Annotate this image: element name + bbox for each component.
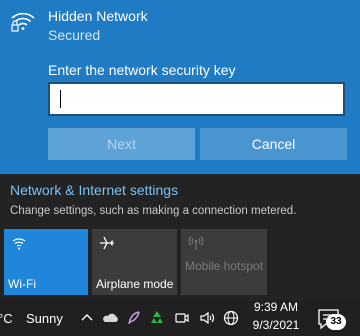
feather-icon[interactable] — [125, 309, 143, 327]
hotspot-icon — [188, 236, 204, 250]
clock-time[interactable]: 9:39 AM — [247, 300, 305, 314]
airplane-icon — [100, 236, 114, 250]
meet-now-icon[interactable] — [173, 309, 191, 327]
onedrive-icon[interactable] — [102, 309, 120, 327]
network-flyout: Hidden Network Secured Enter the network… — [0, 0, 360, 300]
recycle-icon[interactable] — [148, 309, 166, 327]
taskbar: °C Sunny 9:39 AM 9/3/2021 33 — [0, 300, 360, 336]
notification-count-badge: 33 — [326, 314, 346, 330]
chevron-up-icon[interactable] — [78, 309, 96, 327]
wifi-secured-icon — [11, 12, 35, 32]
next-button[interactable]: Next — [48, 128, 195, 160]
wifi-toggle-tile[interactable]: Wi-Fi — [4, 229, 88, 295]
security-key-label: Enter the network security key — [48, 62, 236, 78]
clock-date[interactable]: 9/3/2021 — [247, 318, 305, 332]
text-caret — [60, 90, 61, 108]
security-key-input[interactable] — [48, 82, 345, 116]
weather-condition[interactable]: Sunny — [26, 311, 63, 326]
settings-description: Change settings, such as making a connec… — [10, 205, 297, 217]
network-settings-link[interactable]: Network & Internet settings — [10, 182, 178, 198]
airplane-mode-tile[interactable]: Airplane mode — [92, 229, 177, 295]
weather-temperature[interactable]: °C — [0, 311, 13, 326]
network-status: Secured — [48, 27, 101, 43]
wifi-icon — [12, 238, 26, 250]
settings-section: Network & Internet settings Change setti… — [0, 174, 360, 300]
network-connect-panel: Hidden Network Secured Enter the network… — [0, 0, 360, 174]
volume-icon[interactable] — [198, 309, 216, 327]
globe-icon[interactable] — [222, 309, 240, 327]
network-name: Hidden Network — [48, 8, 148, 24]
wifi-tile-label: Wi-Fi — [8, 277, 36, 291]
cancel-button[interactable]: Cancel — [200, 128, 347, 160]
airplane-tile-label: Airplane mode — [96, 277, 174, 291]
hotspot-tile-label: Mobile hotspot — [185, 259, 264, 273]
mobile-hotspot-tile[interactable]: Mobile hotspot — [181, 229, 267, 295]
